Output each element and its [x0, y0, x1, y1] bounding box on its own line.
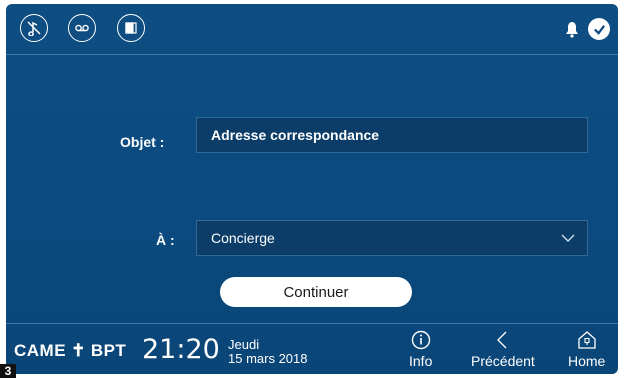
recipient-label: À :	[156, 232, 175, 248]
top-bar	[6, 4, 618, 55]
door-access-icon[interactable]	[117, 14, 145, 42]
nav-previous-label: Précédent	[471, 353, 535, 369]
voicemail-icon[interactable]	[68, 14, 96, 42]
home-icon	[578, 331, 596, 349]
screen: Objet : Adresse correspondance À : Conci…	[6, 4, 618, 374]
check-icon[interactable]	[588, 18, 610, 40]
nav-info[interactable]: Info	[409, 330, 432, 369]
chevron-left-icon	[496, 331, 507, 349]
date-block: Jeudi 15 mars 2018	[228, 338, 308, 366]
do-not-disturb-icon[interactable]	[20, 14, 48, 42]
nav-previous[interactable]: Précédent	[471, 330, 535, 369]
day-name: Jeudi	[228, 337, 260, 352]
info-icon	[411, 330, 430, 350]
bottom-bar: CAME ✝ BPT 21:20 Jeudi 15 mars 2018 Info…	[6, 323, 618, 374]
brand-left: CAME	[14, 341, 67, 360]
subject-field[interactable]: Adresse correspondance	[196, 117, 588, 153]
subject-label: Objet :	[120, 134, 165, 150]
continue-button[interactable]: Continuer	[220, 277, 412, 307]
nav-info-label: Info	[409, 353, 433, 369]
nav-home[interactable]: Home	[568, 330, 605, 369]
chevron-down-icon	[561, 234, 575, 242]
recipient-select[interactable]: Concierge	[196, 220, 588, 256]
bell-icon[interactable]	[565, 21, 579, 38]
clock: 21:20	[142, 334, 220, 365]
recipient-value: Concierge	[211, 230, 275, 246]
date-value: 15 mars 2018	[228, 351, 308, 366]
brand-right: BPT	[90, 341, 127, 360]
nav-home-label: Home	[568, 353, 606, 369]
page-number: 3	[0, 364, 16, 378]
brand-cross-icon: ✝	[71, 341, 86, 360]
brand-logo: CAME ✝ BPT	[14, 341, 126, 361]
